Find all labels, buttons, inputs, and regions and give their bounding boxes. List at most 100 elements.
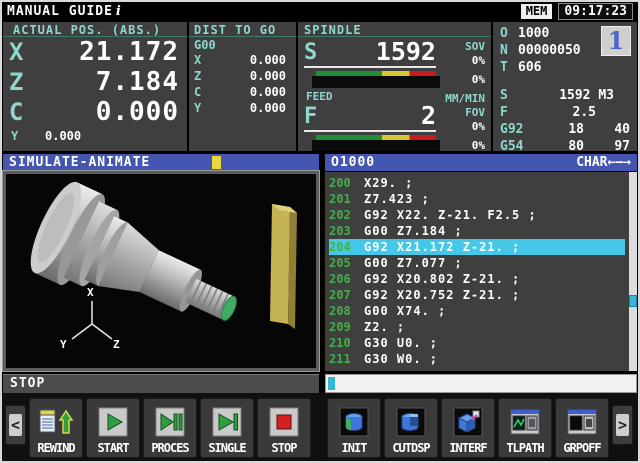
line-number: 203 xyxy=(329,224,355,238)
line-text: G92 X22. Z-21. F2.5 ; xyxy=(364,208,537,222)
dist-to-go-panel: DIST TO GO G00 X0.000Z0.000C0.000Y0.000 xyxy=(189,22,296,151)
svg-text:Y: Y xyxy=(60,338,67,351)
axis-label: C xyxy=(194,85,201,99)
tlpath-icon xyxy=(508,404,542,440)
softkey-grpoff[interactable]: GRPOFF xyxy=(555,398,609,458)
line-number: 210 xyxy=(329,336,355,350)
spindle-speed-value: 1592 xyxy=(317,39,436,65)
page-indicator: 1 xyxy=(601,26,631,56)
softkey-label: SINGLE xyxy=(208,440,245,456)
program-line[interactable]: 209Z2. ; xyxy=(329,319,625,335)
program-listing[interactable]: 200 X29. ;201Z7.423 ;202 G92 X22. Z-21. F2… xyxy=(325,172,637,371)
workpiece-3d: X Y Z xyxy=(6,174,316,368)
dist-axis-row-z: Z0.000 xyxy=(189,68,296,84)
softkey-bar: < REWINDSTARTPROCES SINGLE STOP INIT CUTDSP… xyxy=(2,393,638,463)
modal-s-value: 1592 M3 xyxy=(559,88,630,103)
program-line[interactable]: 200 X29. ; xyxy=(329,175,625,191)
line-number: 202 xyxy=(329,208,355,222)
axis-row-y: Y 0.000 xyxy=(3,127,187,145)
program-title: O1000 xyxy=(331,155,375,170)
init-icon xyxy=(337,404,371,440)
axis-label: Y xyxy=(11,129,45,143)
dist-to-go-header: DIST TO GO xyxy=(189,22,296,37)
program-line[interactable]: 202 G92 X22. Z-21. F2.5 ; xyxy=(329,207,625,223)
softkey-label: INIT xyxy=(342,440,367,456)
offset-label: G92 xyxy=(500,122,536,137)
program-line[interactable]: 203G00 Z7.184 ; xyxy=(329,223,625,239)
softkey-interf[interactable]: INTERF xyxy=(441,398,495,458)
offset-row-g54: G548097 xyxy=(500,138,630,151)
axis-value: 7.184 xyxy=(37,67,179,97)
program-line[interactable]: 208G00 X74. ; xyxy=(329,303,625,319)
axis-value: 0.000 xyxy=(201,101,286,115)
program-line[interactable]: 210 G30 U0. ; xyxy=(329,335,625,351)
tool-number-row: T 606 xyxy=(500,59,630,76)
program-line[interactable]: 204 G92 X21.172 Z-21. ; xyxy=(329,239,625,255)
feed-unit: MM/MIN xyxy=(436,92,485,106)
feed-load-value: 0% xyxy=(436,139,485,151)
axis-label: Z xyxy=(194,69,201,83)
line-text: G30 U0. ; xyxy=(364,336,438,350)
softkey-start[interactable]: START xyxy=(86,398,140,458)
softkey-stop[interactable]: STOP xyxy=(257,398,311,458)
line-number: 206 xyxy=(329,272,355,286)
char-cursor-mode: CHAR←—→ xyxy=(576,155,631,170)
softkey-proces[interactable]: PROCES xyxy=(143,398,197,458)
grpoff-icon xyxy=(565,404,599,440)
softkey-rewind[interactable]: REWIND xyxy=(29,398,83,458)
program-scrollbar[interactable] xyxy=(629,172,637,371)
axis-label: Z xyxy=(9,68,37,96)
cutdsp-icon xyxy=(394,404,428,440)
spindle-load-meter xyxy=(316,71,436,88)
softkey-page-right[interactable]: > xyxy=(612,405,633,445)
program-window: O1000 CHAR←—→ 200 X29. ;201Z7.423 ;202 G92… xyxy=(325,154,637,371)
axis-value: 0.000 xyxy=(45,129,81,143)
line-text: G00 X74. ; xyxy=(364,304,446,318)
sov-label: SOV xyxy=(436,40,485,54)
program-line[interactable]: 205G00 Z7.077 ; xyxy=(329,255,625,271)
simulation-canvas[interactable]: X Y Z xyxy=(3,171,319,371)
mode-badge: MEM xyxy=(521,4,553,19)
spindle-load-value: 0% xyxy=(436,73,485,87)
sov-value: 0% xyxy=(436,54,485,68)
line-number: 205 xyxy=(329,256,355,270)
offset-label: G54 xyxy=(500,139,536,151)
line-text: X29. ; xyxy=(364,176,413,190)
modal-gcode: G00 xyxy=(189,37,296,52)
position-section: ACTUAL POS. (ABS.) X21.172Z7.184C0.000 Y… xyxy=(2,22,638,151)
softkey-cutdsp[interactable]: CUTDSP xyxy=(384,398,438,458)
line-text: G92 X21.172 Z-21. ; xyxy=(364,240,520,254)
softkey-label: GRPOFF xyxy=(563,440,600,456)
softkey-label: CUTDSP xyxy=(392,440,429,456)
scrollbar-thumb[interactable] xyxy=(629,295,637,307)
simulate-window: SIMULATE-ANIMATE xyxy=(3,154,319,371)
program-line[interactable]: 201Z7.423 ; xyxy=(329,191,625,207)
status-section: STOP xyxy=(2,374,638,393)
cnc-screen: MANUAL GUIDEi MEM 09:17:23 ACTUAL POS. (… xyxy=(0,0,640,463)
line-number: 209 xyxy=(329,320,355,334)
program-line[interactable]: 211G30 W0. ; xyxy=(329,351,625,367)
proces-icon xyxy=(153,404,187,440)
softkey-page-left[interactable]: < xyxy=(5,405,26,445)
tool-block xyxy=(270,204,297,329)
main-section: SIMULATE-ANIMATE xyxy=(2,154,638,371)
axis-label: C xyxy=(9,98,37,126)
mdi-input-bar[interactable] xyxy=(325,374,637,393)
softkey-tlpath[interactable]: TLPATH xyxy=(498,398,552,458)
offset-row-g92: G921840 xyxy=(500,121,630,138)
axis-value: 0.000 xyxy=(201,69,286,83)
axis-value: 0.000 xyxy=(201,85,286,99)
line-number: 204 xyxy=(329,240,355,254)
fov-value: 0% xyxy=(436,120,485,134)
feed-load-meter xyxy=(316,135,436,151)
line-number: 200 xyxy=(329,176,355,190)
softkey-init[interactable]: INIT xyxy=(327,398,381,458)
start-icon xyxy=(96,404,130,440)
rewind-icon xyxy=(38,404,74,440)
spindle-panel: SPINDLE S 1592 FEED F 2 xyxy=(298,22,491,151)
modal-f-row: F 2.5 xyxy=(500,104,630,121)
program-line[interactable]: 207G92 X20.752 Z-21. ; xyxy=(329,287,625,303)
softkey-single[interactable]: SINGLE xyxy=(200,398,254,458)
softkey-label: STOP xyxy=(272,440,297,456)
program-line[interactable]: 206G92 X20.802 Z-21. ; xyxy=(329,271,625,287)
